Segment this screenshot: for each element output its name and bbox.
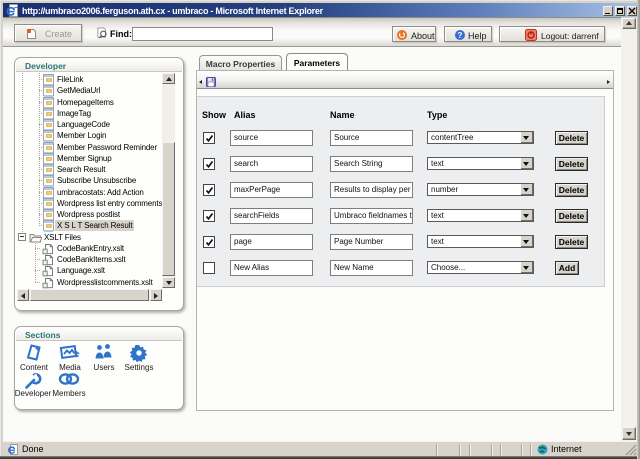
svg-text:?: ? [458, 31, 463, 40]
